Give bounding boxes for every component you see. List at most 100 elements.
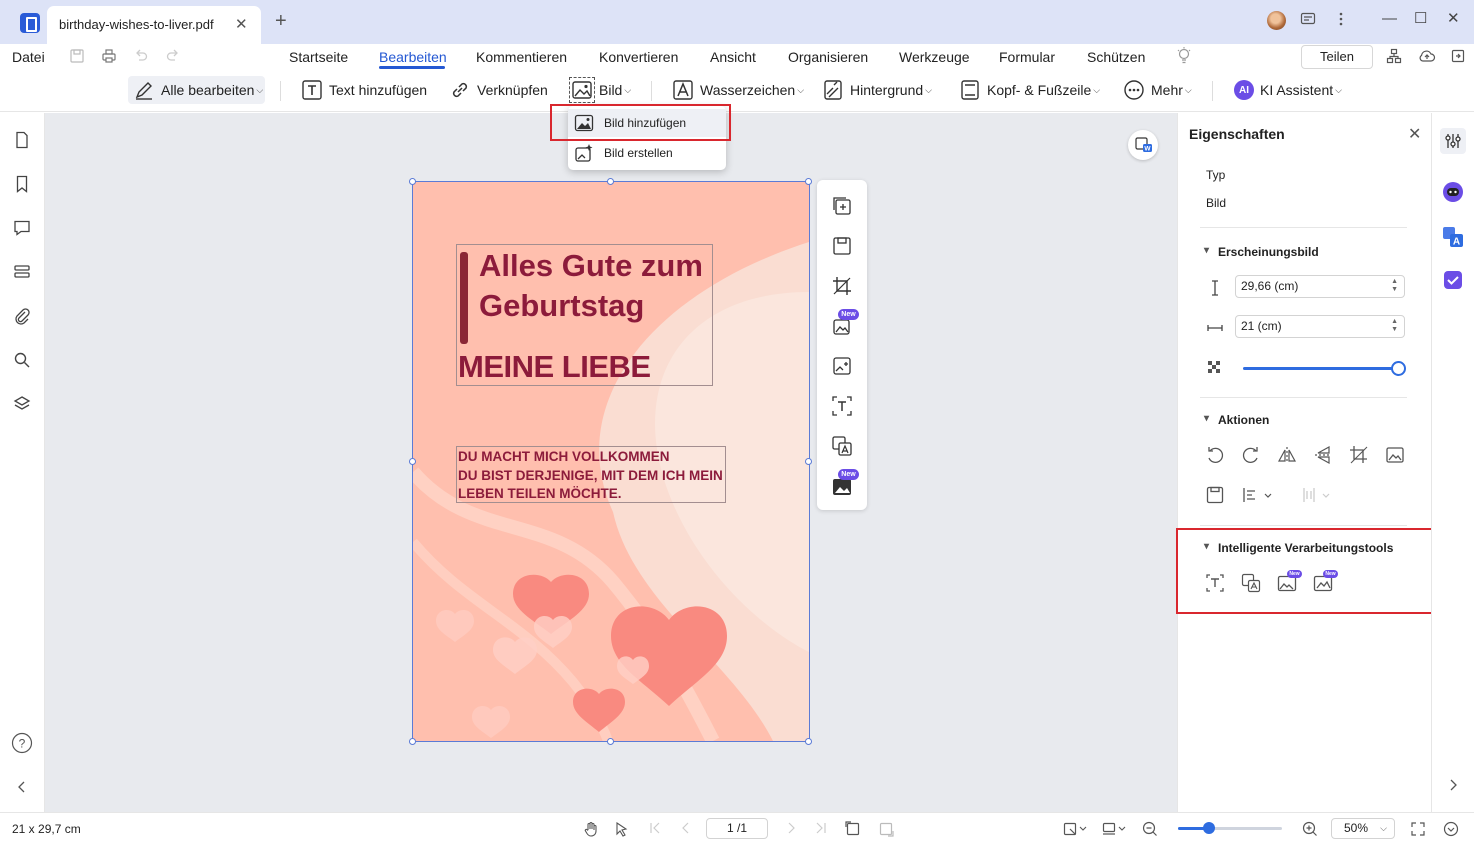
page-number-input[interactable]: 1 /1 xyxy=(706,818,768,839)
new-tab-button[interactable]: + xyxy=(275,11,287,31)
properties-toggle-icon[interactable] xyxy=(1440,128,1466,154)
tab-schuetzen[interactable]: Schützen xyxy=(1087,49,1145,65)
redo-icon[interactable] xyxy=(165,48,181,64)
fit-page-icon[interactable] xyxy=(845,821,861,837)
fullscreen-icon[interactable] xyxy=(1410,821,1426,837)
replace-image-action-icon[interactable] xyxy=(1385,445,1405,465)
card-title[interactable]: Alles Gute zum Geburtstag xyxy=(479,246,729,326)
translate-button[interactable]: W xyxy=(1128,130,1158,160)
resize-handle[interactable] xyxy=(409,178,416,185)
image-adjust-icon[interactable] xyxy=(831,355,853,377)
help-icon[interactable]: ? xyxy=(11,732,33,754)
message-icon[interactable] xyxy=(1300,11,1316,27)
scroll-down-circle-icon[interactable] xyxy=(1443,821,1459,837)
card-subtitle[interactable]: MEINE LIEBE xyxy=(458,349,651,385)
collapse-left-icon[interactable] xyxy=(13,778,31,796)
translate-image-icon[interactable] xyxy=(831,435,853,457)
save-icon[interactable] xyxy=(69,48,85,64)
tab-kommentieren[interactable]: Kommentieren xyxy=(476,49,567,65)
zoom-out-icon[interactable] xyxy=(1142,821,1158,837)
more-vertical-icon[interactable] xyxy=(1335,11,1347,27)
next-page-icon[interactable] xyxy=(784,821,798,835)
rotate-left-icon[interactable] xyxy=(1205,445,1225,465)
resize-handle[interactable] xyxy=(805,458,812,465)
collapse-right-icon[interactable] xyxy=(1445,777,1461,793)
avatar[interactable] xyxy=(1267,11,1286,30)
attachment-icon[interactable] xyxy=(13,307,31,325)
lightbulb-icon[interactable] xyxy=(1176,47,1192,65)
tab-close-icon[interactable]: ✕ xyxy=(235,17,248,32)
width-field[interactable]: 21 (cm) ▲ ▼ xyxy=(1235,315,1405,338)
last-page-icon[interactable] xyxy=(814,821,828,835)
pdf-page[interactable]: Alles Gute zum Geburtstag MEINE LIEBE DU… xyxy=(413,182,809,741)
distribute-dropdown-icon[interactable] xyxy=(1299,485,1331,505)
add-text-button[interactable]: Text hinzufügen xyxy=(301,76,427,104)
resize-handle[interactable] xyxy=(607,738,614,745)
link-button[interactable]: Verknüpfen xyxy=(449,76,548,104)
height-field[interactable]: 29,66 (cm) ▲ ▼ xyxy=(1235,275,1405,298)
ai-assistant-button[interactable]: AI KI Assistent ⌵ xyxy=(1234,76,1342,104)
stepper-arrows-icon[interactable]: ▲ ▼ xyxy=(1391,278,1398,294)
tab-ansicht[interactable]: Ansicht xyxy=(710,49,756,65)
print-icon[interactable] xyxy=(101,48,117,64)
flip-vertical-icon[interactable] xyxy=(1313,445,1333,465)
zoom-in-icon[interactable] xyxy=(1302,821,1318,837)
replace-image-icon[interactable] xyxy=(831,195,853,217)
save-image-icon[interactable] xyxy=(831,235,853,257)
zoom-slider-handle[interactable] xyxy=(1203,822,1215,834)
minimize-button[interactable]: — xyxy=(1382,11,1397,27)
save-action-icon[interactable] xyxy=(1205,485,1225,505)
layers-icon[interactable] xyxy=(13,395,31,413)
message-line[interactable]: DU MACHT MICH VOLLKOMMEN xyxy=(458,449,669,464)
panel-close-icon[interactable]: ✕ xyxy=(1408,124,1421,144)
close-window-button[interactable]: ✕ xyxy=(1447,11,1460,27)
image-button[interactable]: Bild ⌵ xyxy=(569,76,631,104)
tab-bearbeiten[interactable]: Bearbeiten xyxy=(379,49,447,65)
tab-organisieren[interactable]: Organisieren xyxy=(788,49,868,65)
opacity-slider-track[interactable] xyxy=(1243,367,1399,370)
open-external-icon[interactable] xyxy=(1451,48,1465,64)
stepper-arrows-icon[interactable]: ▲ ▼ xyxy=(1391,318,1398,334)
cloud-upload-icon[interactable] xyxy=(1418,48,1436,64)
network-icon[interactable] xyxy=(1386,48,1402,64)
scroll-mode-dropdown-icon[interactable] xyxy=(1101,821,1127,837)
ocr-text-icon[interactable] xyxy=(831,395,853,417)
more-button[interactable]: Mehr ⌵ xyxy=(1123,76,1192,104)
message-line[interactable]: LEBEN TEILEN MÖCHTE. xyxy=(458,486,622,501)
resize-handle[interactable] xyxy=(607,178,614,185)
opacity-slider-handle[interactable] xyxy=(1391,361,1406,376)
tab-konvertieren[interactable]: Konvertieren xyxy=(599,49,678,65)
ai-chatbot-icon[interactable] xyxy=(1442,181,1464,203)
watermark-button[interactable]: Wasserzeichen ⌵ xyxy=(672,76,804,104)
rotate-right-icon[interactable] xyxy=(1241,445,1261,465)
fit-width-icon[interactable] xyxy=(878,821,894,837)
task-check-icon[interactable] xyxy=(1443,270,1463,290)
first-page-icon[interactable] xyxy=(648,821,662,835)
crop-icon[interactable] xyxy=(831,275,853,297)
flip-horizontal-icon[interactable] xyxy=(1277,445,1297,465)
message-line[interactable]: DU BIST DERJENIGE, MIT DEM ICH MEIN xyxy=(458,468,723,483)
page-thumbnail-icon[interactable] xyxy=(13,131,31,149)
tab-formular[interactable]: Formular xyxy=(999,49,1055,65)
undo-icon[interactable] xyxy=(133,48,149,64)
resize-handle[interactable] xyxy=(805,178,812,185)
file-menu[interactable]: Datei xyxy=(12,49,45,65)
zoom-level-select[interactable]: 50% ⌵ xyxy=(1331,818,1395,839)
resize-handle[interactable] xyxy=(409,458,416,465)
tab-werkzeuge[interactable]: Werkzeuge xyxy=(899,49,970,65)
fields-icon[interactable] xyxy=(13,263,31,281)
create-image-menu-item[interactable]: Bild erstellen xyxy=(568,139,726,167)
resize-handle[interactable] xyxy=(409,738,416,745)
page-view-dropdown-icon[interactable] xyxy=(1062,821,1088,837)
resize-handle[interactable] xyxy=(805,738,812,745)
appearance-section-toggle[interactable]: Erscheinungsbild xyxy=(1204,245,1319,259)
search-icon[interactable] xyxy=(13,351,31,369)
edit-all-button[interactable]: Alle bearbeiten ⌵ xyxy=(128,76,265,104)
hand-tool-icon[interactable] xyxy=(583,821,599,837)
document-tab[interactable]: birthday-wishes-to-liver.pdf ✕ xyxy=(47,6,261,44)
select-tool-icon[interactable] xyxy=(614,821,630,837)
background-button[interactable]: Hintergrund ⌵ xyxy=(822,76,932,104)
previous-page-icon[interactable] xyxy=(679,821,693,835)
actions-section-toggle[interactable]: Aktionen xyxy=(1204,413,1269,427)
translate-icon[interactable]: A xyxy=(1442,226,1464,248)
